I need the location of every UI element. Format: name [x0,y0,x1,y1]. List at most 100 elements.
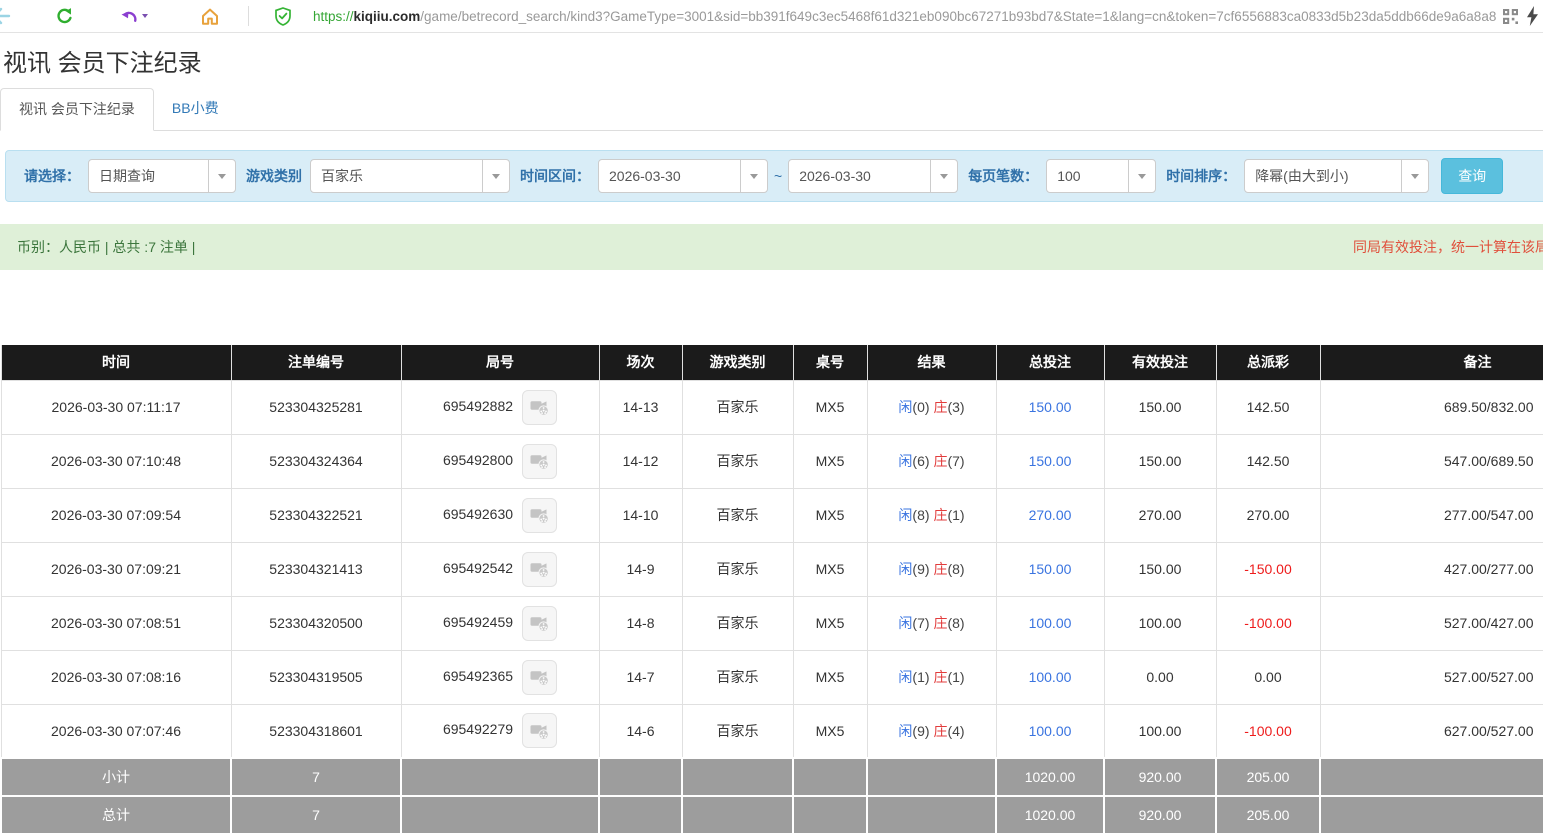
round-number: 695492279 [443,721,513,737]
chevron-down-icon[interactable] [482,160,509,192]
cell-payout: 142.50 [1216,380,1320,434]
cell-total-bet[interactable]: 100.00 [996,704,1104,758]
total-bet-link: 100.00 [1029,615,1072,631]
date-to-input[interactable]: 2026-03-30 [788,159,958,193]
video-replay-button[interactable] [522,552,557,587]
round-number: 695492365 [443,668,513,684]
cell-bet-number: 523304322521 [231,488,401,542]
video-replay-button[interactable] [522,606,557,641]
cell-note: 527.00/427.00 [1320,596,1543,650]
cell-total-bet[interactable]: 150.00 [996,434,1104,488]
result-banker-score: (3) [947,399,964,415]
header-total-bet: 总投注 [996,345,1104,380]
chevron-down-icon[interactable] [740,160,767,192]
game-type-select[interactable]: 百家乐 [310,159,510,193]
video-replay-button[interactable] [522,660,557,695]
total-note-empty [1320,796,1543,834]
result-player-score: (9) [912,723,929,739]
date-range-tilde: ~ [774,168,782,184]
round-number: 695492882 [443,398,513,414]
subtotal-result-empty [867,758,996,796]
cell-valid-bet: 0.00 [1104,650,1216,704]
cell-table-number: MX5 [793,596,867,650]
search-button[interactable]: 查询 [1441,158,1503,194]
page-size-select[interactable]: 100 [1046,159,1156,193]
cell-note: 277.00/547.00 [1320,488,1543,542]
cell-round: 695492459 [401,596,599,650]
video-replay-button[interactable] [522,713,557,748]
header-valid-bet: 有效投注 [1104,345,1216,380]
total-table-empty [793,796,867,834]
sort-order-label: 时间排序： [1166,166,1236,186]
cell-total-bet[interactable]: 150.00 [996,380,1104,434]
cell-total-bet[interactable]: 270.00 [996,488,1104,542]
total-count: 7 [231,796,401,834]
cell-note: 427.00/277.00 [1320,542,1543,596]
cell-game-type: 百家乐 [682,434,793,488]
cell-total-bet[interactable]: 150.00 [996,542,1104,596]
video-camera-icon [529,666,551,688]
shield-check-icon[interactable] [275,7,291,26]
total-result-empty [867,796,996,834]
page-title: 视讯 会员下注纪录 [3,49,1543,78]
chevron-down-icon[interactable] [1401,160,1428,192]
chevron-down-icon[interactable] [930,160,957,192]
toolbar-separator [248,6,249,26]
qr-code-icon[interactable] [1503,9,1518,24]
header-note: 备注 [1320,345,1543,380]
lightning-icon[interactable] [1526,6,1539,26]
subtotal-round-empty [401,758,599,796]
info-bar: 币别：人民币 | 总共 :7 注单 | 同局有效投注，统一计算在该局 [0,224,1543,270]
filter-bar: 请选择： 日期查询 游戏类别 百家乐 时间区间： 2026-03-30 ~ 20… [5,150,1543,202]
video-camera-icon [529,720,551,742]
video-replay-button[interactable] [522,498,557,533]
cell-time: 2026-03-30 07:08:51 [1,596,231,650]
video-camera-icon [529,396,551,418]
date-from-input[interactable]: 2026-03-30 [598,159,768,193]
cell-table-number: MX5 [793,380,867,434]
tab-betting-records[interactable]: 视讯 会员下注纪录 [0,88,154,131]
cell-total-bet[interactable]: 100.00 [996,596,1104,650]
undo-icon[interactable] [120,7,148,25]
result-player-label: 闲 [898,453,912,469]
cell-round: 695492542 [401,542,599,596]
cell-time: 2026-03-30 07:07:46 [1,704,231,758]
cell-valid-bet: 150.00 [1104,380,1216,434]
cell-total-bet[interactable]: 100.00 [996,650,1104,704]
chevron-down-icon[interactable] [1128,160,1155,192]
subtotal-payout: 205.00 [1216,758,1320,796]
video-camera-icon [529,612,551,634]
url-domain: kiqiiu.com [354,9,421,24]
table-row: 2026-03-30 07:09:54523304322521695492630… [1,488,1543,542]
page-size-value: 100 [1047,160,1128,192]
cell-session: 14-12 [599,434,682,488]
result-player-label: 闲 [898,723,912,739]
result-banker-score: (8) [947,615,964,631]
browser-toolbar: https://kiqiiu.com/game/betrecord_search… [0,0,1543,33]
video-replay-button[interactable] [522,444,557,479]
cell-round: 695492882 [401,380,599,434]
query-type-label: 请选择： [24,166,80,186]
cell-game-type: 百家乐 [682,704,793,758]
home-icon[interactable] [200,7,220,26]
result-banker-score: (1) [947,507,964,523]
undo-dropdown-caret-icon[interactable] [142,14,148,18]
url-protocol: https:// [313,9,354,24]
cell-session: 14-9 [599,542,682,596]
query-type-select[interactable]: 日期查询 [88,159,236,193]
bet-table-body: 2026-03-30 07:11:17523304325281695492882… [1,380,1543,834]
sort-order-select[interactable]: 降幂(由大到小) [1244,159,1429,193]
subtotal-label: 小计 [1,758,231,796]
address-bar[interactable]: https://kiqiiu.com/game/betrecord_search… [313,9,1497,24]
cell-result: 闲(8) 庄(1) [867,488,996,542]
back-icon[interactable] [0,6,11,26]
tab-bb-tips[interactable]: BB小费 [154,88,237,130]
chevron-down-icon[interactable] [208,160,235,192]
video-camera-icon [529,558,551,580]
cell-note: 547.00/689.50 [1320,434,1543,488]
video-replay-button[interactable] [522,390,557,425]
cell-table-number: MX5 [793,704,867,758]
refresh-icon[interactable] [55,7,74,26]
cell-time: 2026-03-30 07:09:21 [1,542,231,596]
total-valid-bet: 920.00 [1104,796,1216,834]
